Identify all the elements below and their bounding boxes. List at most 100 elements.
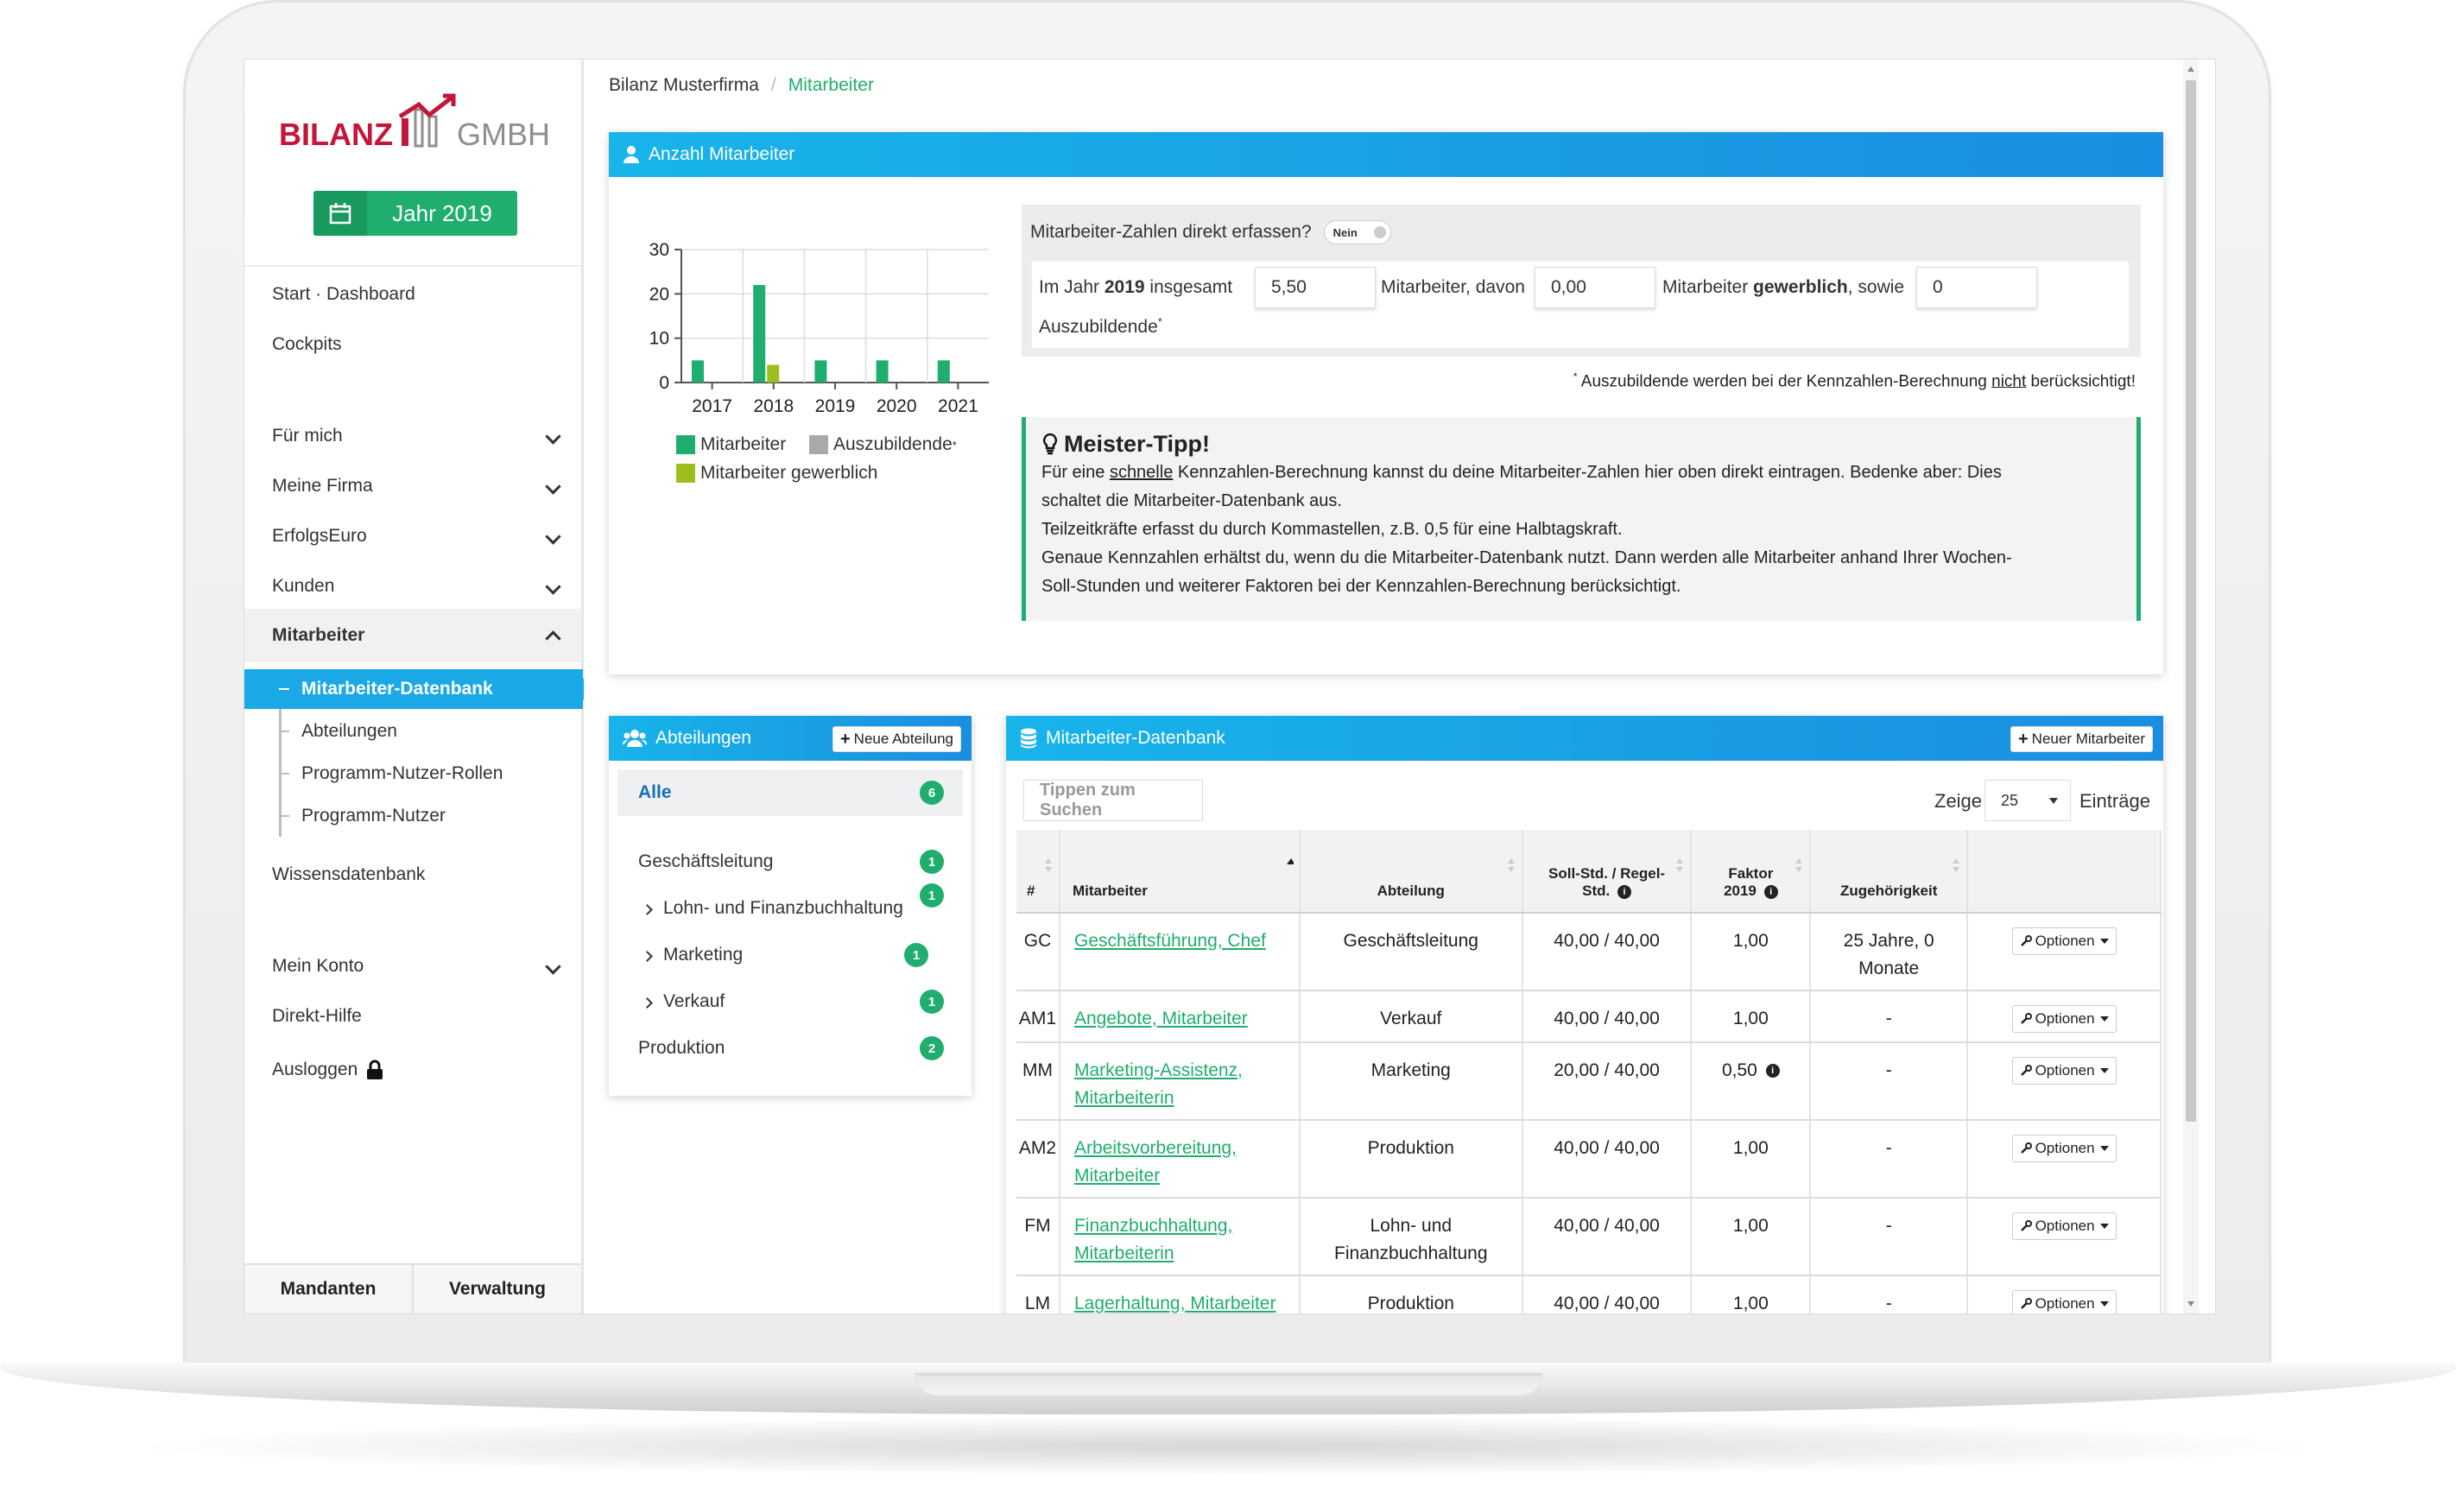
chevron-down-icon — [545, 579, 561, 595]
optionen-button[interactable]: Optionen — [2011, 1290, 2117, 1313]
cell-aktionen: Optionen — [1967, 1120, 2162, 1199]
meister-tipp: Meister-Tipp! Für eine schnelle Kennzahl… — [1022, 417, 2141, 621]
mitarbeiter-link[interactable]: Geschäftsführung, Chef — [1074, 931, 1266, 951]
cell-aktionen: Optionen — [1967, 913, 2162, 991]
optionen-button[interactable]: Optionen — [2011, 1057, 2117, 1085]
legend-mitarbeiter[interactable]: Mitarbeiter — [676, 434, 786, 455]
laptop-notch — [915, 1373, 1542, 1395]
breadcrumb-root[interactable]: Bilanz Musterfirma — [609, 75, 759, 96]
info-icon[interactable]: i — [1765, 1064, 1780, 1079]
mitarbeiter-link[interactable]: Lagerhaltung, Mitarbeiter — [1074, 1294, 1275, 1313]
col-faktor[interactable]: Faktor 2019 i — [1691, 830, 1812, 914]
cell-aktionen: Optionen — [1967, 1198, 2162, 1276]
dept-item-marketing[interactable]: Marketing 1 — [617, 932, 963, 978]
mitarbeiter-link[interactable]: Angebote, Mitarbeiter — [1074, 1009, 1248, 1028]
cell-mitarbeiter: Geschäftsführung, Chef — [1059, 913, 1301, 991]
anzahl-mitarbeiter-card: Anzahl Mitarbeiter 0 10 20 30 2017 2018 2019 20… — [609, 132, 2163, 674]
brand-logo[interactable]: BILANZ GMBH — [279, 92, 555, 153]
verwaltung-button[interactable]: Verwaltung — [412, 1265, 581, 1313]
subnav-abteilungen[interactable]: Abteilungen — [244, 712, 581, 751]
screen: BILANZ GMBH Jahr 2019 Start · Dashboard … — [244, 59, 2216, 1314]
col-soll-std[interactable]: Soll-Std. / Regel- Std. i — [1522, 830, 1693, 914]
chevron-up-icon — [545, 630, 561, 647]
dept-item-produktion[interactable]: Produktion 2 — [617, 1025, 963, 1072]
nav-ausloggen[interactable]: Ausloggen — [244, 1046, 581, 1094]
mitarbeiter-gesamt-input[interactable]: 5,50 — [1255, 267, 1376, 308]
dept-item-lohn-finanzbuchhaltung[interactable]: Lohn- und Finanzbuchhaltung 1 — [617, 883, 963, 932]
optionen-button[interactable]: Optionen — [2011, 1135, 2117, 1162]
breadcrumb-current: Mitarbeiter — [788, 75, 874, 95]
x-tick-label: 2017 — [692, 396, 732, 416]
table-row[interactable]: LM Lagerhaltung, Mitarbeiter Produktion 40,… — [1016, 1275, 2162, 1313]
wrench-icon — [2020, 1220, 2032, 1231]
cell-abteilung: Verkauf — [1299, 990, 1523, 1043]
mitarbeiter-gewerblich-input[interactable]: 0,00 — [1535, 267, 1655, 308]
nav-wissensdatenbank[interactable]: Wissensdatenbank — [244, 851, 581, 899]
legend-auszubildende[interactable]: Auszubildende * — [809, 434, 957, 455]
subnav-programm-nutzer[interactable]: Programm-Nutzer — [244, 796, 581, 836]
subnav-programm-nutzer-rollen[interactable]: Programm-Nutzer-Rollen — [244, 754, 581, 794]
table-row[interactable]: AM2 Arbeitsvorbereitung, Mitarbeiter Produk… — [1016, 1120, 2162, 1199]
nav-cockpits[interactable]: Cockpits — [244, 320, 581, 369]
cell-zugehoerigkeit: - — [1810, 990, 1969, 1043]
auszubildende-hinweis: * Auszubildende werden bei der Kennzahle… — [1573, 370, 2136, 391]
chevron-right-icon — [642, 904, 653, 915]
year-selector-button[interactable]: Jahr 2019 — [313, 191, 517, 236]
nav-mein-konto[interactable]: Mein Konto — [244, 942, 581, 990]
nav-kunden[interactable]: Kunden — [244, 562, 581, 610]
col-zugehoerigkeit[interactable]: Zugehörigkeit — [1810, 830, 1969, 914]
cell-code: AM2 — [1016, 1120, 1060, 1199]
cell-soll-std: 20,00 / 40,00 — [1522, 1042, 1693, 1121]
nav-direkt-hilfe[interactable]: Direkt-Hilfe — [244, 992, 581, 1041]
mitarbeiter-link[interactable]: Finanzbuchhaltung, Mitarbeiterin — [1074, 1216, 1232, 1263]
subnav-mitarbeiter-datenbank[interactable]: Mitarbeiter-Datenbank — [244, 669, 595, 709]
direkt-erfassen-toggle[interactable]: Nein — [1323, 220, 1391, 244]
optionen-button[interactable]: Optionen — [2011, 1212, 2117, 1240]
legend-mitarbeiter-gewerblich[interactable]: Mitarbeiter gewerblich — [676, 463, 877, 484]
abteilungen-card: Abteilungen + Neue Abteilung Alle 6 Geschä… — [609, 716, 972, 1096]
mandanten-button[interactable]: Mandanten — [244, 1265, 412, 1313]
nav-meine-firma[interactable]: Meine Firma — [244, 462, 581, 510]
count-badge: 1 — [920, 990, 944, 1014]
nav-erfolgseuro[interactable]: ErfolgsEuro — [244, 512, 581, 560]
optionen-button[interactable]: Optionen — [2011, 927, 2117, 955]
col-nr[interactable]: # — [1016, 830, 1060, 914]
neue-abteilung-button[interactable]: + Neue Abteilung — [832, 726, 961, 752]
scroll-down-icon[interactable] — [2187, 1301, 2194, 1306]
nav-mitarbeiter[interactable]: Mitarbeiter — [244, 609, 581, 662]
table-row[interactable]: MM Marketing-Assistenz, Mitarbeiterin Marke… — [1016, 1042, 2162, 1121]
x-tick-label: 2019 — [815, 396, 856, 416]
main-content: Bilanz Musterfirma / Mitarbeiter Anzahl … — [584, 60, 2199, 1313]
mitarbeiter-link[interactable]: Arbeitsvorbereitung, Mitarbeiter — [1074, 1138, 1237, 1186]
page-size-select[interactable]: 25 — [1984, 780, 2071, 821]
wrench-icon — [2020, 1142, 2032, 1154]
nav-fuer-mich[interactable]: Für mich — [244, 412, 581, 460]
col-abteilung[interactable]: Abteilung — [1299, 830, 1523, 914]
dept-item-alle[interactable]: Alle 6 — [617, 769, 963, 816]
calendar-icon — [313, 191, 367, 236]
table-row[interactable]: AM1 Angebote, Mitarbeiter Verkauf 40,00 / 4… — [1016, 990, 2162, 1043]
mitarbeiter-link[interactable]: Marketing-Assistenz, Mitarbeiterin — [1074, 1060, 1243, 1108]
cell-faktor: 1,00 — [1691, 1275, 1812, 1313]
auszubildende-input[interactable]: 0 — [1916, 267, 2037, 308]
info-icon[interactable]: i — [1763, 884, 1778, 899]
info-icon[interactable]: i — [1617, 884, 1631, 899]
search-input[interactable]: Tippen zum Suchen — [1023, 780, 1203, 821]
dept-item-geschaeftsleitung[interactable]: Geschäftsleitung 1 — [617, 838, 963, 885]
cell-soll-std: 40,00 / 40,00 — [1522, 1198, 1693, 1276]
dept-item-verkauf[interactable]: Verkauf 1 — [617, 978, 963, 1025]
scroll-up-icon[interactable] — [2187, 66, 2194, 72]
main-scrollbar[interactable] — [2183, 60, 2199, 1313]
cell-zugehoerigkeit: 25 Jahre, 0 Monate — [1810, 913, 1969, 991]
cell-faktor: 1,00 — [1691, 913, 1812, 991]
chevron-down-icon — [545, 958, 561, 975]
table-row[interactable]: GC Geschäftsführung, Chef Geschäftsleitung… — [1016, 913, 2162, 991]
count-badge: 1 — [920, 883, 944, 908]
scrollbar-thumb[interactable] — [2186, 80, 2196, 1122]
neuer-mitarbeiter-button[interactable]: + Neuer Mitarbeiter — [2010, 726, 2153, 752]
col-aktionen — [1967, 830, 2162, 914]
nav-start-dashboard[interactable]: Start · Dashboard — [244, 270, 581, 319]
table-row[interactable]: FM Finanzbuchhaltung, Mitarbeiterin Lohn- u… — [1016, 1198, 2162, 1276]
col-mitarbeiter[interactable]: Mitarbeiter — [1059, 830, 1301, 914]
optionen-button[interactable]: Optionen — [2011, 1005, 2117, 1033]
